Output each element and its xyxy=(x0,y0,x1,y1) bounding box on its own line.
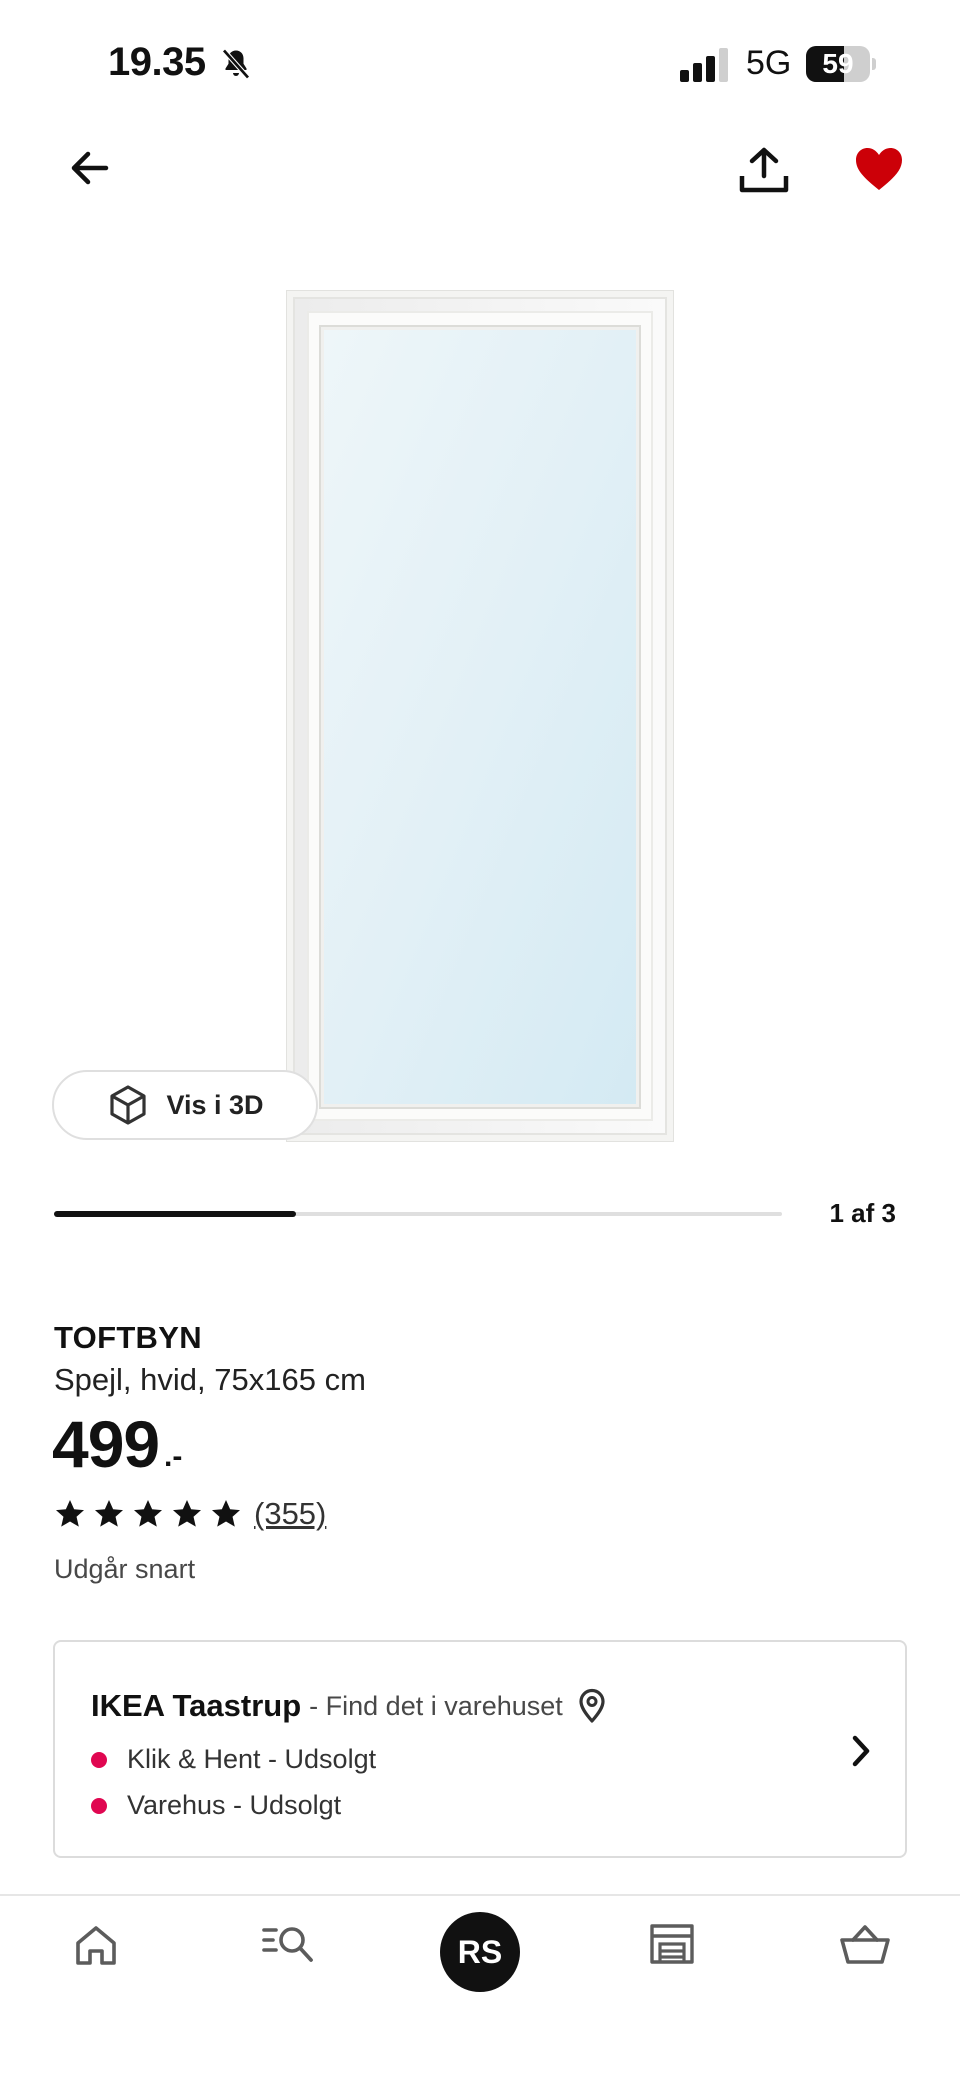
home-icon[interactable] xyxy=(74,1924,118,1966)
gallery-counter: 1 af 3 xyxy=(829,1198,897,1228)
store-availability-card[interactable]: IKEA Taastrup - Find det i varehuset Kli… xyxy=(53,1640,907,1858)
basket-icon[interactable] xyxy=(840,1922,890,1966)
network-type: 5G xyxy=(746,44,792,82)
profile-avatar-button[interactable]: RS xyxy=(440,1912,520,1992)
product-name: TOFTBYN xyxy=(54,1320,202,1355)
store-icon[interactable] xyxy=(648,1922,696,1966)
gallery-progress-bar xyxy=(54,1211,297,1217)
store-name: IKEA Taastrup xyxy=(91,1688,302,1723)
signal-icon xyxy=(680,48,728,82)
battery-icon: 59 xyxy=(806,46,876,82)
share-icon[interactable] xyxy=(738,146,790,194)
availability-store: Varehus - Udsolgt xyxy=(91,1790,341,1821)
availability-label: Varehus - Udsolgt xyxy=(127,1790,342,1820)
product-description: Spejl, hvid, 75x165 cm xyxy=(54,1362,366,1397)
product-price: 499 xyxy=(52,1407,160,1481)
cube-icon xyxy=(110,1085,147,1125)
availability-label: Klik & Hent - Udsolgt xyxy=(127,1744,377,1774)
store-subtitle: - Find det i varehuset xyxy=(309,1690,563,1721)
status-dot xyxy=(91,1797,107,1814)
chevron-right-icon xyxy=(852,1735,870,1767)
status-time: 19.35 xyxy=(108,40,206,84)
heart-icon[interactable] xyxy=(854,146,904,192)
product-status-note: Udgår snart xyxy=(54,1554,196,1584)
gallery-progress-track xyxy=(54,1211,782,1217)
availability-click-collect: Klik & Hent - Udsolgt xyxy=(91,1744,376,1775)
search-icon[interactable] xyxy=(262,1924,314,1964)
reviews-link[interactable]: (355) xyxy=(254,1496,326,1532)
star-icon xyxy=(134,1500,162,1527)
battery-level: 59 xyxy=(822,48,854,79)
product-image[interactable] xyxy=(286,290,674,1142)
rating-stars xyxy=(54,1498,242,1530)
bottom-nav-divider xyxy=(0,1894,960,1896)
view-in-3d-button[interactable]: Vis i 3D xyxy=(52,1070,318,1140)
star-icon xyxy=(212,1500,240,1527)
status-dot xyxy=(91,1751,107,1768)
star-icon xyxy=(173,1500,201,1527)
location-pin-icon xyxy=(579,1688,605,1723)
price-suffix: .- xyxy=(164,1440,183,1473)
star-icon xyxy=(56,1500,84,1527)
arrow-left-icon[interactable] xyxy=(66,144,114,192)
bell-muted-icon xyxy=(222,48,250,80)
view-in-3d-label: Vis i 3D xyxy=(166,1089,264,1120)
star-icon xyxy=(95,1500,123,1527)
